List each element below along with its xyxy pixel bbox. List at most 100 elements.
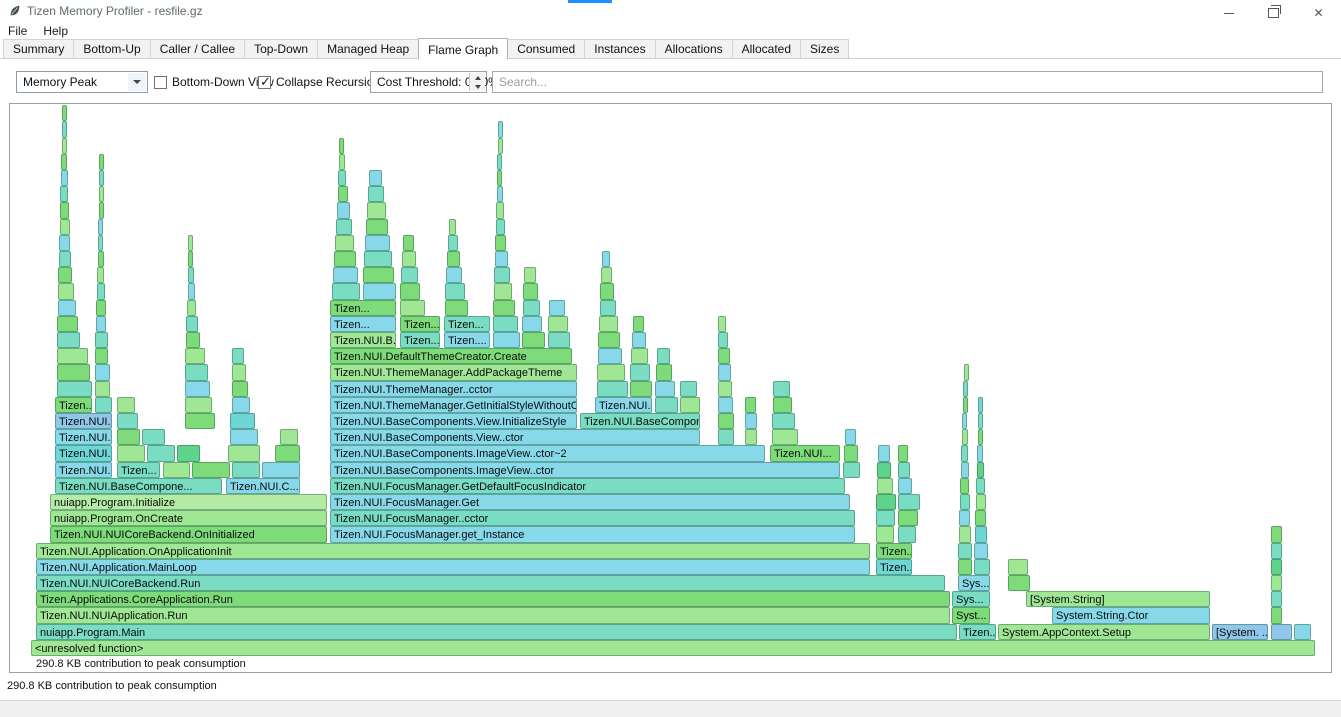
flame-bar-unlabeled[interactable]: [365, 235, 390, 251]
flame-bar-unlabeled[interactable]: [188, 267, 194, 283]
flame-bar-unlabeled[interactable]: [60, 202, 69, 218]
flame-bar-unlabeled[interactable]: [963, 397, 968, 413]
flame-bar-unlabeled[interactable]: [1294, 624, 1311, 640]
flame-bar-unlabeled[interactable]: [99, 186, 104, 202]
flame-bar-unlabeled[interactable]: [363, 283, 396, 299]
flame-bar[interactable]: Tizen.NUI.FocusManager.get_Instance: [330, 526, 855, 542]
flame-bar[interactable]: Tizen.NUI.NUIApplication.Run: [36, 607, 950, 623]
flame-bar-unlabeled[interactable]: [185, 381, 210, 397]
flame-bar-unlabeled[interactable]: [898, 478, 912, 494]
flame-bar-unlabeled[interactable]: [96, 316, 106, 332]
flame-bar[interactable]: Tizen.NUI.Application.MainLoop: [36, 559, 870, 575]
flame-bar-unlabeled[interactable]: [334, 251, 356, 267]
flame-bar-unlabeled[interactable]: [369, 170, 382, 186]
flame-bar-unlabeled[interactable]: [232, 397, 250, 413]
flame-bar[interactable]: Tizen.NUI.NUICoreBackend.Run: [36, 575, 945, 591]
flame-bar-unlabeled[interactable]: [57, 381, 92, 397]
flame-bar-unlabeled[interactable]: [549, 300, 565, 316]
flame-bar[interactable]: Tizen...: [330, 316, 396, 332]
flame-bar-unlabeled[interactable]: [1271, 575, 1282, 591]
flame-bar[interactable]: Tizen.NUI.FocusManager.GetDefaultFocusIn…: [330, 478, 845, 494]
flame-bar-unlabeled[interactable]: [876, 526, 894, 542]
flame-bar-unlabeled[interactable]: [58, 283, 74, 299]
flame-bar-unlabeled[interactable]: [60, 219, 70, 235]
flame-bar-unlabeled[interactable]: [400, 283, 420, 299]
flame-bar-unlabeled[interactable]: [958, 559, 972, 575]
flame-bar-unlabeled[interactable]: [630, 381, 652, 397]
menu-item-file[interactable]: File: [8, 24, 27, 38]
flame-bar[interactable]: Tizen.NUI.BaseComponents...: [580, 413, 700, 429]
flame-bar[interactable]: Tizen.Applications.CoreApplication.Run: [36, 591, 950, 607]
flame-bar[interactable]: Sys...: [952, 591, 990, 607]
flame-bar[interactable]: Tizen...: [876, 559, 912, 575]
flame-bar-unlabeled[interactable]: [95, 381, 110, 397]
flame-bar-unlabeled[interactable]: [964, 364, 969, 380]
flame-bar[interactable]: Tizen....: [55, 397, 92, 413]
flame-bar-unlabeled[interactable]: [878, 445, 890, 461]
flame-bar-unlabeled[interactable]: [58, 267, 72, 283]
flame-bar[interactable]: Tizen.NUI.ThemeManager..cctor: [330, 381, 577, 397]
flame-bar-unlabeled[interactable]: [877, 478, 893, 494]
flame-bar[interactable]: Tizen.NUI....: [55, 462, 112, 478]
flame-bar[interactable]: System.AppContext.Setup: [998, 624, 1210, 640]
flame-bar-unlabeled[interactable]: [1271, 607, 1282, 623]
flame-bar-unlabeled[interactable]: [1271, 526, 1282, 542]
flame-bar-unlabeled[interactable]: [117, 429, 140, 445]
menu-item-help[interactable]: Help: [43, 24, 68, 38]
flame-bar[interactable]: Tizen.NUI.B...: [330, 332, 396, 348]
flame-bar-unlabeled[interactable]: [62, 121, 67, 137]
flame-bar-unlabeled[interactable]: [99, 202, 104, 218]
flame-bar-unlabeled[interactable]: [57, 332, 80, 348]
flame-bar-unlabeled[interactable]: [262, 462, 300, 478]
flame-bar-unlabeled[interactable]: [496, 219, 505, 235]
flame-bar-unlabeled[interactable]: [962, 413, 967, 429]
flame-bar[interactable]: Tizen.NUI.FocusManager.Get: [330, 494, 850, 510]
flame-bar-unlabeled[interactable]: [959, 510, 970, 526]
flame-bar-unlabeled[interactable]: [631, 348, 648, 364]
flame-bar-unlabeled[interactable]: [718, 381, 732, 397]
flame-bar-unlabeled[interactable]: [59, 235, 70, 251]
flame-bar[interactable]: nuiapp.Program.Initialize: [50, 494, 327, 510]
flame-bar[interactable]: Tizen...: [400, 316, 440, 332]
flame-bar-unlabeled[interactable]: [61, 154, 67, 170]
flame-bar[interactable]: Tizen.NUI.FocusManager..cctor: [330, 510, 855, 526]
spinner-down-button[interactable]: [470, 82, 485, 91]
flame-bar-unlabeled[interactable]: [498, 138, 503, 154]
flame-bar-unlabeled[interactable]: [98, 251, 104, 267]
flame-bar-unlabeled[interactable]: [745, 397, 756, 413]
flame-bar-unlabeled[interactable]: [958, 543, 972, 559]
tab-flame-graph[interactable]: Flame Graph: [418, 38, 508, 59]
flame-bar-unlabeled[interactable]: [400, 300, 425, 316]
flame-bar[interactable]: Tizen.NUI.ThemeManager.AddPackageTheme: [330, 364, 577, 380]
flame-bar-unlabeled[interactable]: [655, 381, 675, 397]
flame-bar-unlabeled[interactable]: [98, 219, 103, 235]
flame-bar-unlabeled[interactable]: [338, 170, 346, 186]
tab-caller-callee[interactable]: Caller / Callee: [150, 39, 245, 58]
flame-bar-unlabeled[interactable]: [961, 462, 969, 478]
flame-bar-unlabeled[interactable]: [332, 283, 360, 299]
flame-bar-unlabeled[interactable]: [977, 445, 983, 461]
flame-bar[interactable]: Tizen.NUI....: [55, 445, 112, 461]
flame-bar[interactable]: Tizen.NUI.BaseComponents.View.Initialize…: [330, 413, 577, 429]
flame-bar-unlabeled[interactable]: [898, 494, 920, 510]
flame-bar-unlabeled[interactable]: [99, 154, 104, 170]
flame-bar[interactable]: System.String.Ctor: [1052, 607, 1210, 623]
flame-bar-unlabeled[interactable]: [336, 219, 352, 235]
flame-bar-unlabeled[interactable]: [1271, 543, 1282, 559]
flame-bar-unlabeled[interactable]: [188, 235, 193, 251]
flame-bar-unlabeled[interactable]: [142, 429, 165, 445]
flame-bar-unlabeled[interactable]: [147, 445, 175, 461]
flame-bar[interactable]: Tizen.NUI....: [55, 413, 112, 429]
flame-bar[interactable]: Tizen.NUI.BaseComponents.View..ctor: [330, 429, 700, 445]
flame-bar-unlabeled[interactable]: [633, 316, 644, 332]
flame-bar-unlabeled[interactable]: [403, 235, 414, 251]
flame-bar-unlabeled[interactable]: [680, 397, 700, 413]
flame-bar-unlabeled[interactable]: [600, 283, 614, 299]
spinner-up-button[interactable]: [470, 73, 485, 82]
flame-bar-unlabeled[interactable]: [718, 413, 734, 429]
flame-bar-unlabeled[interactable]: [494, 267, 510, 283]
flame-bar-unlabeled[interactable]: [192, 462, 230, 478]
flame-bar-unlabeled[interactable]: [495, 235, 506, 251]
flame-bar-unlabeled[interactable]: [187, 300, 196, 316]
flame-bar-unlabeled[interactable]: [898, 510, 918, 526]
